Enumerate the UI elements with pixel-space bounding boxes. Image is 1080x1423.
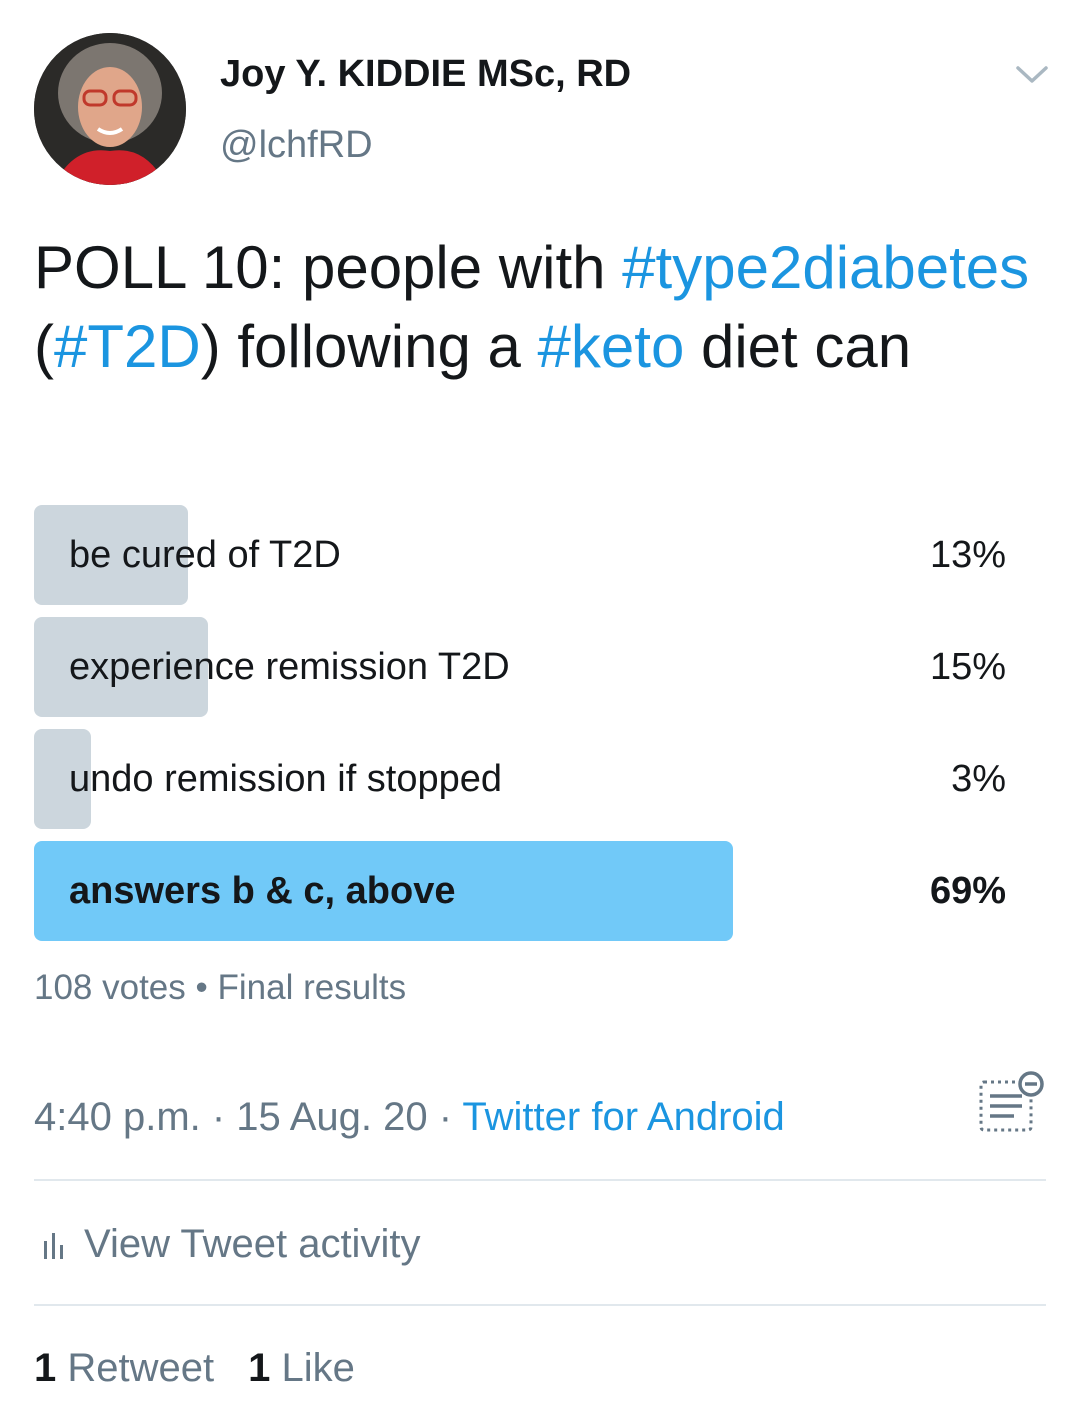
- bar-chart-icon: [44, 1233, 63, 1259]
- poll-option-percent: 15%: [929, 646, 1006, 688]
- poll-option: be cured of T2D 13%: [34, 505, 1006, 605]
- hashtag-link[interactable]: #T2D: [54, 313, 201, 380]
- like-stat[interactable]: 1 Like: [248, 1346, 355, 1390]
- like-label: Like: [281, 1346, 355, 1390]
- tweet-text: POLL 10: people with #type2diabetes (#T2…: [34, 228, 1044, 386]
- tweet-stats: 1 Retweet 1 Like: [34, 1346, 389, 1391]
- hashtag-link[interactable]: #keto: [538, 313, 685, 380]
- retweet-stat[interactable]: 1 Retweet: [34, 1346, 214, 1390]
- source-link[interactable]: Twitter for Android: [462, 1095, 784, 1139]
- poll-option-label: answers b & c, above: [69, 870, 456, 912]
- poll-option-label: be cured of T2D: [69, 534, 341, 576]
- poll: be cured of T2D 13% experience remission T…: [34, 505, 1006, 953]
- poll-option: answers b & c, above 69%: [34, 841, 1006, 941]
- poll-option-label: experience remission T2D: [69, 646, 510, 688]
- retweet-label: Retweet: [67, 1346, 215, 1390]
- poll-option-percent: 3%: [951, 758, 1006, 800]
- poll-option-percent: 69%: [929, 870, 1006, 912]
- tweet-text-segment: POLL 10: people with: [34, 234, 623, 301]
- retweet-count: 1: [34, 1346, 57, 1390]
- poll-meta-separator: •: [185, 968, 218, 1007]
- user-avatar-photo: [34, 33, 186, 185]
- like-count: 1: [248, 1346, 271, 1390]
- avatar[interactable]: [34, 33, 186, 185]
- chevron-down-icon[interactable]: [1012, 58, 1052, 90]
- poll-option: experience remission T2D 15%: [34, 617, 1006, 717]
- view-tweet-activity-link[interactable]: View Tweet activity: [34, 1222, 420, 1267]
- poll-vote-count: 108 votes: [34, 968, 186, 1007]
- tweet-text-segment: diet can: [684, 313, 912, 380]
- view-activity-label: View Tweet activity: [84, 1222, 421, 1266]
- poll-meta: 108 votes • Final results: [34, 968, 406, 1008]
- author-display-name[interactable]: Joy Y. KIDDIE MSc, RD: [220, 53, 631, 96]
- poll-option-percent: 13%: [929, 534, 1006, 576]
- poll-option-label: undo remission if stopped: [69, 758, 503, 800]
- tweet-text-segment: ) following a: [200, 313, 538, 380]
- tweet-timestamp: 4:40 p.m. · 15 Aug. 20 · Twitter for And…: [34, 1095, 785, 1140]
- tweet-analytics-icon[interactable]: [978, 1068, 1046, 1134]
- divider: [34, 1179, 1046, 1181]
- poll-status: Final results: [217, 968, 407, 1007]
- author-handle[interactable]: @lchfRD: [220, 124, 373, 167]
- hashtag-link[interactable]: #type2diabetes: [622, 234, 1029, 301]
- tweet-text-segment: (: [34, 313, 54, 380]
- divider: [34, 1304, 1046, 1306]
- poll-option: undo remission if stopped 3%: [34, 729, 1006, 829]
- timestamp-text: 4:40 p.m. · 15 Aug. 20 ·: [34, 1095, 463, 1139]
